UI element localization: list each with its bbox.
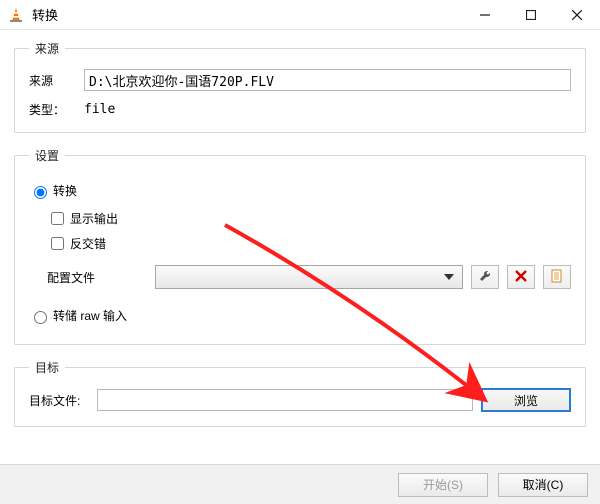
radio-convert-label: 转换 <box>53 182 77 199</box>
title-bar: 转换 <box>0 0 600 30</box>
cancel-button-label: 取消(C) <box>523 476 564 493</box>
source-label: 来源 <box>29 72 84 89</box>
vlc-cone-icon <box>8 7 24 23</box>
source-legend: 来源 <box>29 40 65 57</box>
checkbox-display-output[interactable]: 显示输出 <box>47 209 571 228</box>
radio-convert-input[interactable] <box>34 186 47 199</box>
checkbox-display-output-input[interactable] <box>51 212 64 225</box>
radio-dump-raw-label: 转储 raw 输入 <box>53 307 127 324</box>
profile-delete-button[interactable] <box>507 265 535 289</box>
checkbox-deinterlace[interactable]: 反交错 <box>47 234 571 253</box>
start-button-label: 开始(S) <box>423 476 463 493</box>
radio-dump-raw-input[interactable] <box>34 311 47 324</box>
minimize-button[interactable] <box>462 0 508 30</box>
browse-button-label: 浏览 <box>514 392 538 409</box>
profile-dropdown[interactable] <box>155 265 463 289</box>
checkbox-deinterlace-label: 反交错 <box>70 235 106 252</box>
cancel-button[interactable]: 取消(C) <box>498 473 588 497</box>
checkbox-display-output-label: 显示输出 <box>70 210 118 227</box>
browse-button[interactable]: 浏览 <box>481 388 571 412</box>
window-title: 转换 <box>32 5 462 24</box>
dialog-button-bar: 开始(S) 取消(C) <box>0 464 600 504</box>
destination-file-input[interactable] <box>97 389 473 411</box>
destination-legend: 目标 <box>29 359 65 376</box>
type-label: 类型： <box>29 101 84 118</box>
source-group: 来源 来源 类型： file <box>14 40 586 133</box>
profile-edit-button[interactable] <box>471 265 499 289</box>
checkbox-deinterlace-input[interactable] <box>51 237 64 250</box>
settings-group: 设置 转换 显示输出 反交错 配置文件 <box>14 147 586 345</box>
settings-legend: 设置 <box>29 147 65 164</box>
start-button[interactable]: 开始(S) <box>398 473 488 497</box>
new-document-icon <box>550 269 564 286</box>
type-value: file <box>84 102 115 117</box>
profile-label: 配置文件 <box>47 269 147 286</box>
delete-x-icon <box>515 270 527 285</box>
wrench-icon <box>478 269 492 286</box>
radio-dump-raw[interactable]: 转储 raw 输入 <box>29 307 571 324</box>
source-input[interactable] <box>84 69 571 91</box>
close-button[interactable] <box>554 0 600 30</box>
radio-convert[interactable]: 转换 <box>29 182 571 199</box>
profile-new-button[interactable] <box>543 265 571 289</box>
destination-file-label: 目标文件: <box>29 392 89 409</box>
maximize-button[interactable] <box>508 0 554 30</box>
destination-group: 目标 目标文件: 浏览 <box>14 359 586 427</box>
